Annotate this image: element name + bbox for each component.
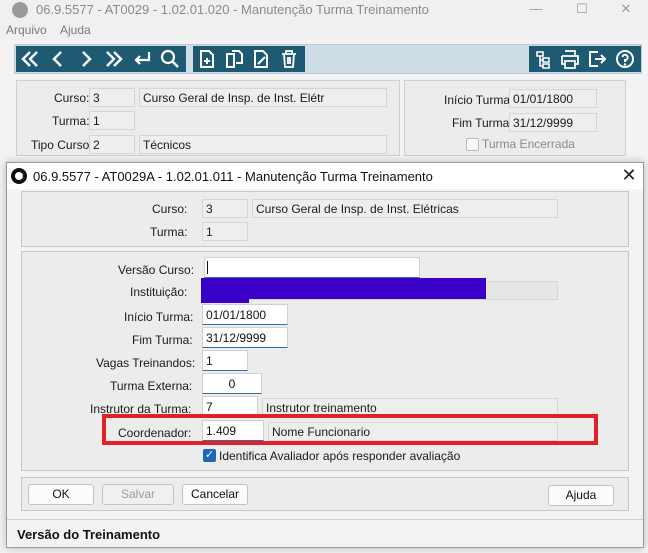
parent-inicio-value: 01/01/1800 xyxy=(509,89,597,108)
dialog-window: 06.9.5577 - AT0029A - 1.02.01.011 - Manu… xyxy=(6,162,644,548)
search-icon[interactable] xyxy=(158,48,182,70)
dialog-header-panel: Curso: 3 Curso Geral de Insp. de Inst. E… xyxy=(21,191,629,247)
toolbar-nav-group xyxy=(16,46,186,72)
dialog-logo-icon xyxy=(11,168,27,184)
delete-record-icon[interactable] xyxy=(277,48,301,70)
app-logo-icon xyxy=(12,2,28,18)
coordenador-highlight-box xyxy=(102,414,598,445)
exit-icon[interactable] xyxy=(585,48,609,70)
parent-turma-value: 1 xyxy=(89,111,135,130)
menu-bar: Arquivo Ajuda xyxy=(0,20,648,40)
parent-close-icon[interactable]: ✕ xyxy=(606,0,646,20)
toolbar-edit-group xyxy=(193,46,305,72)
parent-curso-label: Curso: xyxy=(54,91,90,105)
parent-tipo-code: 2 xyxy=(89,135,135,154)
instituicao-redacted-tail xyxy=(201,294,249,303)
new-record-icon[interactable] xyxy=(195,48,219,70)
parent-dates-panel: Início Turma: 01/01/1800 Fim Turma: 31/1… xyxy=(404,80,626,156)
status-bar: Versão do Treinamento xyxy=(7,519,643,547)
menu-ajuda[interactable]: Ajuda xyxy=(60,23,91,37)
vagas-input[interactable]: 1 xyxy=(202,350,248,371)
minimize-icon[interactable]: — xyxy=(516,0,556,20)
next-record-icon[interactable] xyxy=(74,48,98,70)
parent-turma-label: Turma: xyxy=(52,114,90,128)
avaliador-label: Identifica Avaliador após responder aval… xyxy=(219,449,461,463)
fim-turma-label: Fim Turma: xyxy=(132,333,193,347)
turma-externa-input[interactable]: 0 xyxy=(202,373,262,394)
parent-course-panel: Curso: 3 Curso Geral de Insp. de Inst. E… xyxy=(16,80,400,156)
dialog-curso-desc: Curso Geral de Insp. de Inst. Elétricas xyxy=(252,199,558,218)
parent-tipo-label: Tipo Curso: xyxy=(31,138,93,152)
maximize-icon[interactable]: ☐ xyxy=(562,0,602,20)
previous-record-icon[interactable] xyxy=(46,48,70,70)
instituicao-label: Instituição: xyxy=(130,285,188,299)
dialog-curso-code: 3 xyxy=(202,199,248,218)
ok-button[interactable]: OK xyxy=(28,484,94,505)
dialog-turma-value: 1 xyxy=(202,222,248,241)
dialog-button-panel: OK Salvar Cancelar Ajuda xyxy=(21,477,629,511)
turma-encerrada-label: Turma Encerrada xyxy=(482,137,575,151)
dialog-fields-panel: Versão Curso: Instituição: Início Turma:… xyxy=(21,251,629,471)
copy-record-icon[interactable] xyxy=(222,48,246,70)
parent-fim-label: Fim Turma: xyxy=(452,116,513,130)
text-cursor xyxy=(207,261,208,274)
first-record-icon[interactable] xyxy=(18,48,42,70)
vagas-label: Vagas Treinandos: xyxy=(96,356,196,370)
parent-fim-value: 31/12/9999 xyxy=(509,113,597,132)
parent-inicio-label: Início Turma: xyxy=(444,93,514,107)
inicio-turma-label: Início Turma: xyxy=(124,310,194,324)
toolbar xyxy=(14,44,642,74)
help-icon[interactable] xyxy=(613,48,637,70)
dialog-close-icon[interactable]: ✕ xyxy=(619,166,639,186)
dialog-curso-label: Curso: xyxy=(152,202,188,216)
last-record-icon[interactable] xyxy=(102,48,126,70)
goto-icon[interactable] xyxy=(130,48,154,70)
menu-arquivo[interactable]: Arquivo xyxy=(6,23,47,37)
hierarchy-icon[interactable] xyxy=(531,48,555,70)
parent-title-bar: 06.9.5577 - AT0029 - 1.02.01.020 - Manut… xyxy=(0,0,648,20)
parent-curso-code: 3 xyxy=(89,88,135,107)
inicio-turma-input[interactable]: 01/01/1800 xyxy=(202,304,288,325)
parent-window-title: 06.9.5577 - AT0029 - 1.02.01.020 - Manut… xyxy=(36,2,429,17)
versao-curso-input[interactable] xyxy=(204,257,420,278)
edit-record-icon[interactable] xyxy=(249,48,273,70)
toolbar-right-group xyxy=(529,46,641,72)
salvar-button[interactable]: Salvar xyxy=(102,484,174,505)
avaliador-checkbox[interactable]: ✓ xyxy=(203,449,216,462)
turma-externa-label: Turma Externa: xyxy=(110,379,193,393)
dialog-title-bar: 06.9.5577 - AT0029A - 1.02.01.011 - Manu… xyxy=(7,163,643,189)
print-icon[interactable] xyxy=(558,48,582,70)
turma-encerrada-checkbox[interactable] xyxy=(466,138,479,151)
cancelar-button[interactable]: Cancelar xyxy=(182,484,248,505)
status-text: Versão do Treinamento xyxy=(17,527,161,542)
ajuda-button[interactable]: Ajuda xyxy=(548,485,614,506)
fim-turma-input[interactable]: 31/12/9999 xyxy=(202,327,288,348)
versao-curso-label: Versão Curso: xyxy=(118,263,195,277)
parent-tipo-desc: Técnicos xyxy=(139,135,387,154)
dialog-title: 06.9.5577 - AT0029A - 1.02.01.011 - Manu… xyxy=(33,169,433,184)
dialog-turma-label: Turma: xyxy=(150,225,188,239)
parent-curso-desc: Curso Geral de Insp. de Inst. Elétr xyxy=(139,88,387,107)
